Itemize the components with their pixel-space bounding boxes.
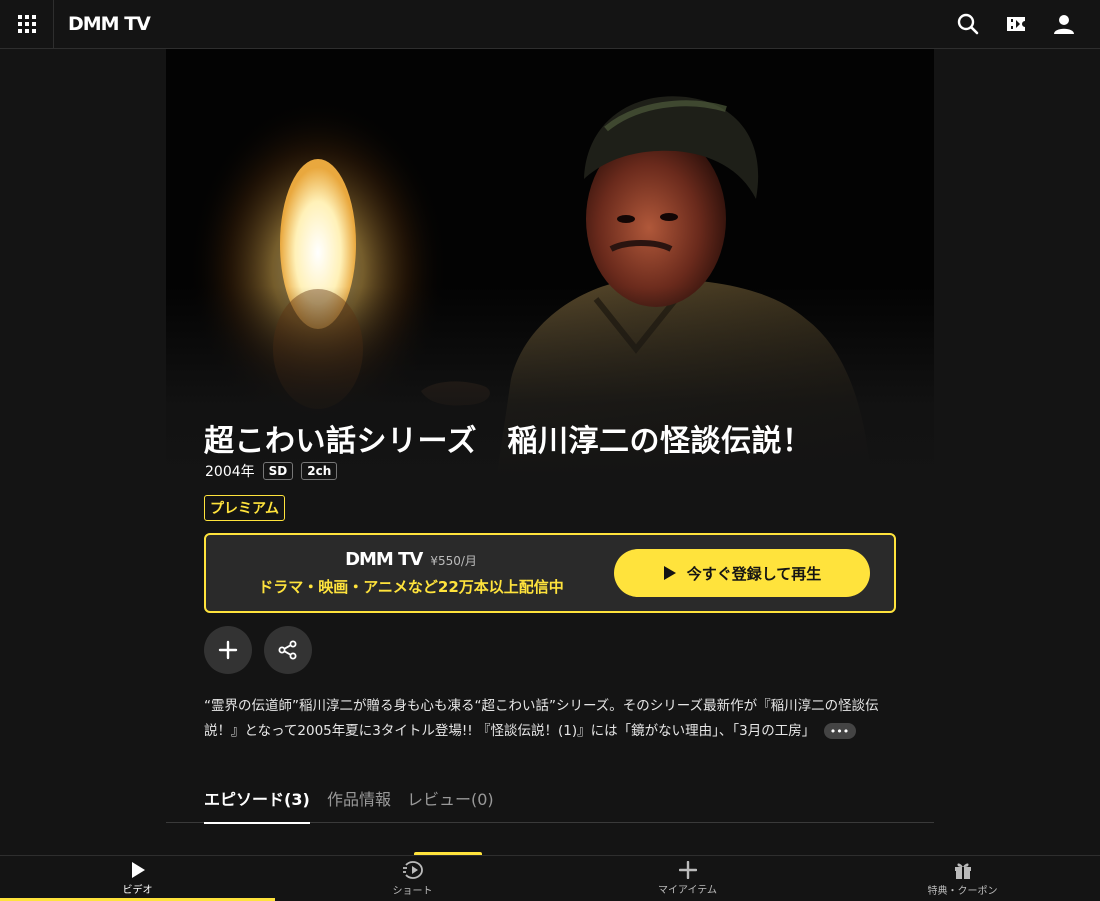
top-header: DMM TV [0, 0, 1100, 49]
ticket-icon [1007, 17, 1025, 31]
share-icon [278, 640, 297, 660]
short-play-icon [402, 861, 423, 879]
nav-perks-label: 特典・クーポン [927, 886, 998, 897]
nav-my-items[interactable]: マイアイテム [550, 856, 825, 901]
user-icon [1054, 15, 1074, 34]
subscribe-play-label: 今すぐ登録して再生 [686, 564, 822, 583]
grid-menu-button[interactable] [0, 0, 54, 48]
promo-info: DMM TV ¥550/月 ドラマ・映画・アニメなど22万本以上配信中 [206, 535, 616, 611]
account-button[interactable] [1040, 0, 1088, 48]
promo-brand: DMM TV ¥550/月 [345, 549, 477, 570]
grid-menu-icon [17, 15, 36, 33]
site-logo[interactable]: DMM TV [68, 13, 151, 35]
play-icon [131, 862, 145, 878]
subscribe-play-button[interactable]: 今すぐ登録して再生 [614, 549, 870, 597]
quality-badge: SD [262, 462, 294, 480]
bottom-nav: ビデオ ショート マイアイテム 特典・クーポン [0, 855, 1100, 901]
tab-reviews[interactable]: レビュー(0) [407, 786, 494, 822]
nav-my-items-label: マイアイテム [658, 885, 717, 896]
add-to-list-button[interactable] [204, 626, 252, 674]
subscribe-banner: DMM TV ¥550/月 ドラマ・映画・アニメなど22万本以上配信中 今すぐ登… [204, 533, 896, 613]
release-year: 2004年 [205, 464, 255, 480]
nav-video-label: ビデオ [122, 885, 153, 896]
search-button[interactable] [944, 0, 992, 48]
promo-tagline: ドラマ・映画・アニメなど22万本以上配信中 [258, 578, 564, 596]
premium-badge: プレミアム [204, 495, 286, 521]
nav-video[interactable]: ビデオ [0, 856, 275, 901]
nav-short-label: ショート [392, 886, 433, 897]
gift-icon [954, 863, 971, 879]
share-button[interactable] [264, 626, 312, 674]
promo-price: ¥550/月 [430, 554, 477, 568]
more-button[interactable]: ••• [823, 723, 856, 739]
audio-badge: 2ch [301, 462, 338, 480]
tab-work-info[interactable]: 作品情報 [327, 786, 391, 822]
plus-icon [678, 861, 697, 879]
nav-short[interactable]: ショート [275, 856, 550, 901]
search-icon [957, 13, 979, 35]
description-text: “霊界の伝道師”稲川淳二が贈る身も心も凍る“超こわい話”シリーズ。そのシリーズ最… [204, 698, 879, 739]
ticket-button[interactable] [992, 0, 1040, 48]
content-tabs: エピソード(3) 作品情報 レビュー(0) [166, 780, 934, 824]
meta-row: 2004年 SD 2ch [205, 461, 338, 481]
tab-episodes[interactable]: エピソード(3) [204, 786, 310, 824]
description: “霊界の伝道師”稲川淳二が贈る身も心も凍る“超こわい話”シリーズ。そのシリーズ最… [204, 694, 904, 744]
plus-icon [218, 640, 238, 660]
promo-logo: DMM TV [345, 549, 423, 570]
play-icon [663, 566, 676, 580]
page-title: 超こわい話シリーズ 稲川淳二の怪談伝説！ [204, 424, 813, 459]
nav-perks-coupons[interactable]: 特典・クーポン [825, 856, 1100, 901]
